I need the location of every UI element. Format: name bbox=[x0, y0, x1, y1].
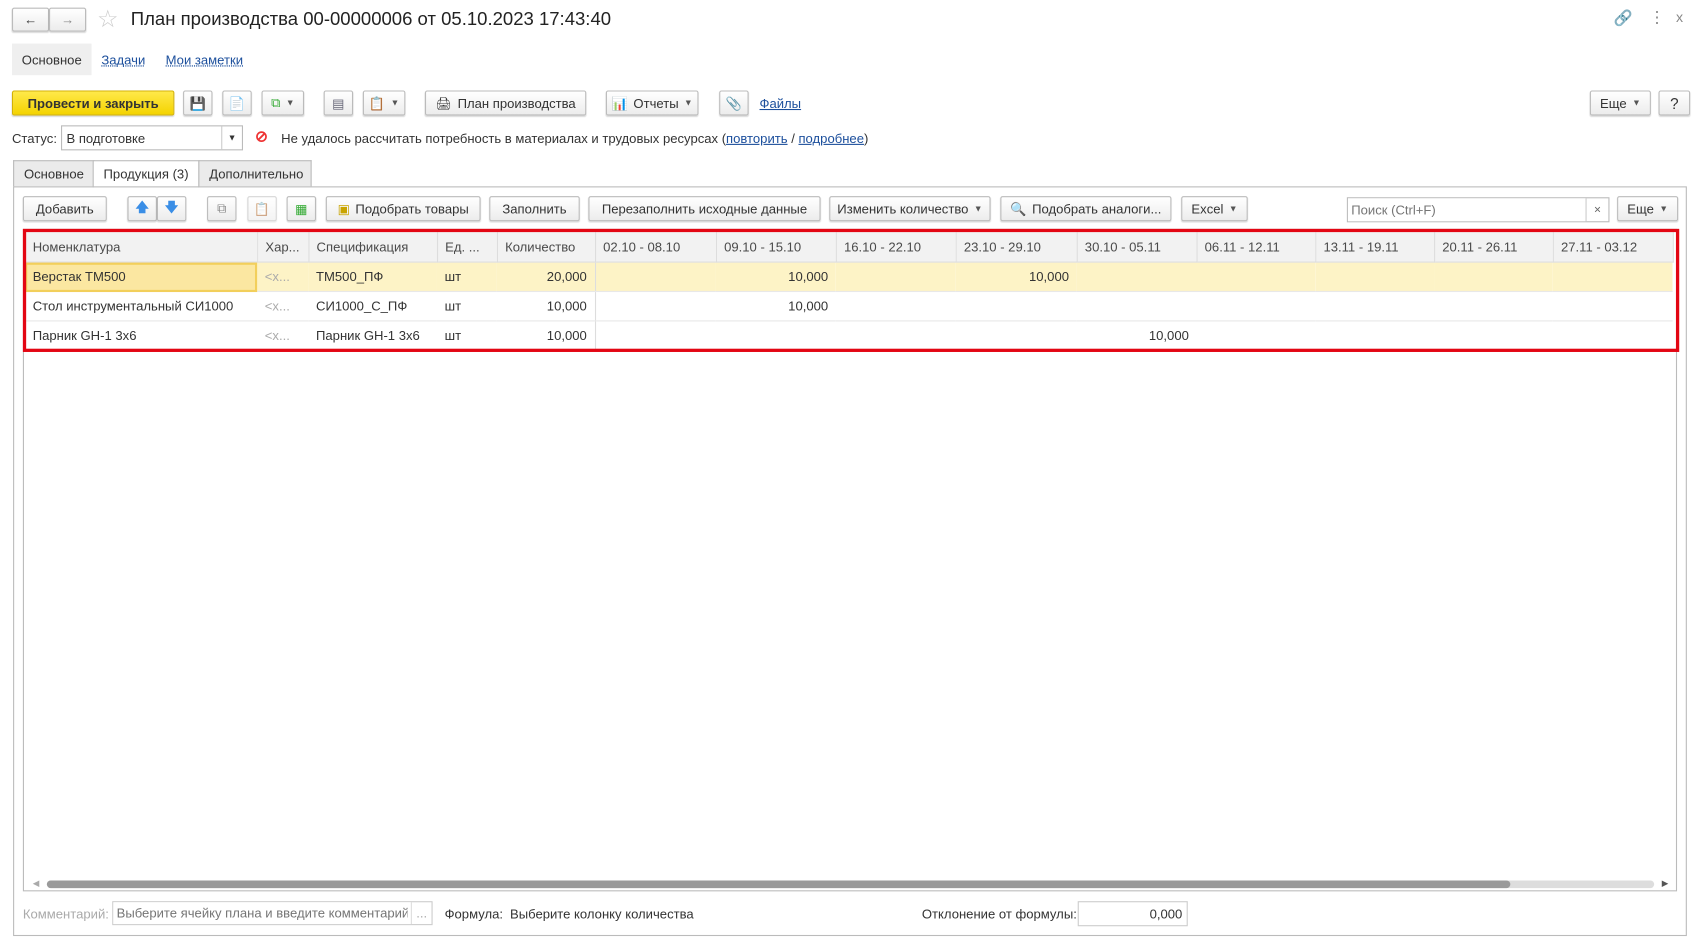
button-label: Еще bbox=[1627, 201, 1654, 217]
tab-main[interactable]: Основное bbox=[13, 160, 95, 187]
copy-icon: ⧉ bbox=[217, 200, 227, 216]
button-label: Excel bbox=[1191, 201, 1224, 217]
tab-label: Дополнительно bbox=[209, 166, 304, 182]
comment-field: ... bbox=[112, 901, 433, 926]
tab-additional[interactable]: Дополнительно bbox=[198, 160, 312, 187]
button-label: Подобрать аналоги... bbox=[1032, 201, 1162, 217]
button-label: Заполнить bbox=[502, 201, 567, 217]
analog-search-icon: 🔍 bbox=[1010, 201, 1027, 217]
comment-label: Комментарий: bbox=[22, 906, 109, 922]
arrow-down-icon: 🡇 bbox=[164, 199, 179, 215]
structure-button[interactable]: ▤ bbox=[323, 90, 354, 116]
fill-down-button[interactable]: ▦ bbox=[286, 196, 317, 222]
files-link[interactable]: Файлы bbox=[760, 96, 802, 111]
list-icon: ▤ bbox=[332, 95, 345, 111]
post-doc-icon: 📄 bbox=[228, 95, 246, 111]
scroll-right-icon[interactable]: ▶ bbox=[1662, 878, 1669, 888]
back-button[interactable]: ← bbox=[11, 7, 50, 32]
print-options-button[interactable]: 📋 ▼ bbox=[362, 90, 406, 116]
button-label: ? bbox=[1670, 94, 1679, 112]
close-icon[interactable]: x bbox=[1676, 9, 1683, 25]
basket-icon: ▣ bbox=[337, 201, 350, 217]
arrow-up-icon: 🡅 bbox=[135, 199, 149, 215]
horizontal-scrollbar[interactable] bbox=[46, 880, 1655, 889]
nav-tab-label: Основное bbox=[21, 51, 82, 68]
tab-label: Основное bbox=[23, 166, 84, 182]
formula-label: Формула: bbox=[444, 906, 504, 922]
paste-button[interactable]: 📋 bbox=[247, 196, 277, 222]
status-message-text: Не удалось рассчитать потребность в мате… bbox=[281, 130, 727, 147]
favorite-star-icon[interactable]: ☆ bbox=[97, 5, 119, 33]
deviation-field[interactable]: 0,000 bbox=[1077, 901, 1188, 927]
forward-button[interactable]: → bbox=[49, 7, 87, 32]
help-button[interactable]: ? bbox=[1658, 90, 1691, 116]
page-title: План производства 00-00000006 от 05.10.2… bbox=[130, 8, 612, 30]
save-icon: 💾 bbox=[189, 95, 206, 111]
search-box: × bbox=[1346, 197, 1610, 223]
button-label: Еще bbox=[1600, 95, 1627, 111]
excel-button[interactable]: Excel ▼ bbox=[1181, 196, 1248, 222]
table-fill-icon: ▦ bbox=[295, 201, 308, 217]
clear-search-button[interactable]: × bbox=[1585, 198, 1609, 222]
link-icon[interactable]: 🔗 bbox=[1614, 9, 1633, 28]
highlight-frame bbox=[22, 228, 1680, 352]
status-value: В подготовке bbox=[66, 130, 146, 146]
move-up-button[interactable]: 🡅 bbox=[127, 196, 157, 222]
nav-tab-tasks[interactable]: Задачи bbox=[101, 52, 145, 67]
save-button[interactable]: 💾 bbox=[183, 90, 213, 116]
document-clock-icon: 📋 bbox=[368, 95, 386, 111]
nav-tab-main[interactable]: Основное bbox=[11, 43, 92, 76]
scrollbar-thumb[interactable] bbox=[46, 880, 1511, 889]
details-link[interactable]: подробнее bbox=[798, 131, 864, 146]
tab-products[interactable]: Продукция (3) bbox=[92, 160, 200, 188]
formula-value: Выберите колонку количества bbox=[509, 906, 694, 922]
button-label: Добавить bbox=[35, 201, 94, 217]
paperclip-icon: 📎 bbox=[725, 95, 743, 111]
nav-tab-notes[interactable]: Мои заметки bbox=[166, 52, 243, 67]
chevron-down-icon[interactable]: ▼ bbox=[221, 126, 242, 150]
paste-icon: 📋 bbox=[253, 201, 271, 217]
separator: / bbox=[787, 130, 799, 147]
pick-analogs-button[interactable]: 🔍 Подобрать аналоги... bbox=[1000, 196, 1172, 222]
more-button[interactable]: Еще ▼ bbox=[1589, 90, 1651, 116]
copy-button[interactable]: ⧉ bbox=[207, 196, 237, 222]
table-more-button[interactable]: Еще ▼ bbox=[1617, 196, 1679, 222]
add-button[interactable]: Добавить bbox=[22, 196, 107, 222]
comment-input[interactable] bbox=[113, 902, 411, 925]
create-based-on-button[interactable]: ⧉ ▼ bbox=[261, 90, 305, 116]
more-vert-icon[interactable]: ⋮ bbox=[1649, 8, 1665, 28]
status-select[interactable]: В подготовке ▼ bbox=[61, 125, 244, 151]
reports-button[interactable]: 📊 Отчеты ▼ bbox=[605, 90, 699, 116]
button-label: Изменить количество bbox=[837, 201, 969, 217]
deviation-label: Отклонение от формулы: bbox=[921, 906, 1077, 922]
button-label: План производства bbox=[457, 95, 576, 111]
button-label: Провести и закрыть bbox=[27, 95, 159, 111]
print-plan-button[interactable]: 🖨 План производства bbox=[424, 90, 587, 116]
printer-icon: 🖨 bbox=[435, 95, 453, 111]
close-paren: ) bbox=[863, 130, 869, 147]
post-and-close-button[interactable]: Провести и закрыть bbox=[11, 90, 175, 116]
status-label: Статус: bbox=[11, 130, 57, 147]
search-input[interactable] bbox=[1347, 198, 1586, 222]
fill-button[interactable]: Заполнить bbox=[489, 196, 580, 222]
change-quantity-button[interactable]: Изменить количество ▼ bbox=[829, 196, 991, 222]
report-icon: 📊 bbox=[611, 95, 628, 111]
create-icon: ⧉ bbox=[271, 94, 281, 111]
button-label: Отчеты bbox=[633, 95, 679, 111]
error-icon: ⊘ bbox=[254, 127, 268, 145]
scroll-left-icon[interactable]: ◀ bbox=[33, 878, 40, 888]
pick-goods-button[interactable]: ▣ Подобрать товары bbox=[325, 196, 481, 222]
refill-source-button[interactable]: Перезаполнить исходные данные bbox=[588, 196, 821, 222]
post-button[interactable]: 📄 bbox=[222, 90, 252, 116]
button-label: Подобрать товары bbox=[355, 201, 469, 217]
button-label: Перезаполнить исходные данные bbox=[601, 201, 808, 217]
attach-button[interactable]: 📎 bbox=[719, 90, 749, 116]
comment-choose-button[interactable]: ... bbox=[410, 902, 432, 925]
status-message: Не удалось рассчитать потребность в мате… bbox=[281, 131, 868, 146]
tab-label: Продукция (3) bbox=[103, 166, 189, 182]
move-down-button[interactable]: 🡇 bbox=[156, 196, 187, 222]
retry-link[interactable]: повторить bbox=[726, 131, 788, 146]
